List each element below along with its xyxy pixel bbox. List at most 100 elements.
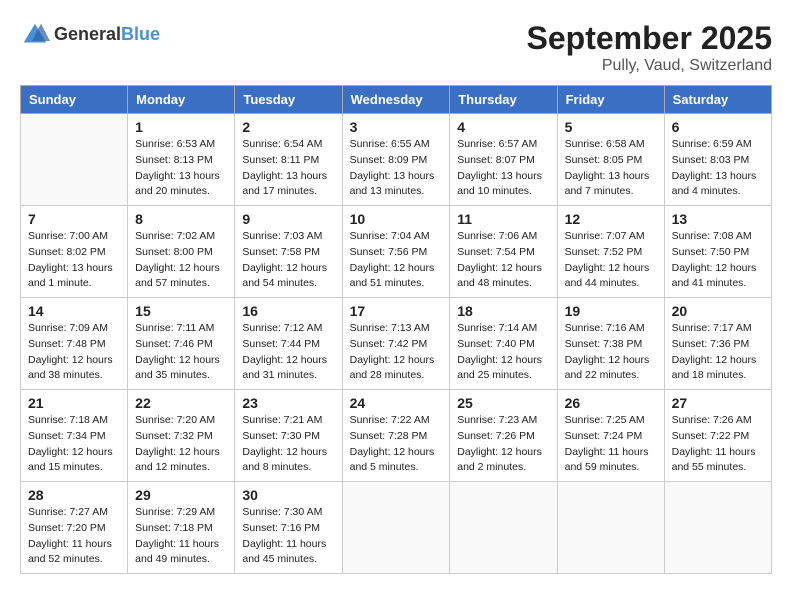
calendar-cell: 7 Sunrise: 7:00 AMSunset: 8:02 PMDaylight… (21, 206, 128, 298)
day-info: Sunrise: 7:20 AMSunset: 7:32 PMDaylight:… (135, 413, 227, 476)
calendar-week-5: 28 Sunrise: 7:27 AMSunset: 7:20 PMDayligh… (21, 482, 772, 574)
logo-general: GeneralBlue (54, 25, 160, 45)
calendar-cell: 11 Sunrise: 7:06 AMSunset: 7:54 PMDayligh… (450, 206, 557, 298)
page-header: GeneralBlue September 2025 Pully, Vaud, … (20, 20, 772, 75)
day-number: 26 (565, 395, 657, 411)
calendar-table: SundayMondayTuesdayWednesdayThursdayFrid… (20, 85, 772, 574)
calendar-cell: 22 Sunrise: 7:20 AMSunset: 7:32 PMDayligh… (128, 390, 235, 482)
calendar-cell: 19 Sunrise: 7:16 AMSunset: 7:38 PMDayligh… (557, 298, 664, 390)
calendar-cell: 4 Sunrise: 6:57 AMSunset: 8:07 PMDaylight… (450, 114, 557, 206)
calendar-body: 1Sunrise: 6:53 AMSunset: 8:13 PMDaylight… (21, 114, 772, 574)
logo-icon (20, 20, 50, 50)
calendar-cell: 16Sunrise: 7:12 AMSunset: 7:44 PMDayligh… (235, 298, 342, 390)
calendar-cell: 10Sunrise: 7:04 AMSunset: 7:56 PMDayligh… (342, 206, 450, 298)
calendar-cell: 3 Sunrise: 6:55 AMSunset: 8:09 PMDaylight… (342, 114, 450, 206)
day-number: 10 (350, 211, 443, 227)
day-number: 24 (350, 395, 443, 411)
calendar-cell: 30 Sunrise: 7:30 AMSunset: 7:16 PMDayligh… (235, 482, 342, 574)
day-number: 9 (242, 211, 334, 227)
day-info: Sunrise: 7:14 AMSunset: 7:40 PMDaylight:… (457, 321, 549, 384)
day-number: 18 (457, 303, 549, 319)
day-info: Sunrise: 7:11 AMSunset: 7:46 PMDaylight:… (135, 321, 227, 384)
day-number: 20 (672, 303, 764, 319)
calendar-cell: 18 Sunrise: 7:14 AMSunset: 7:40 PMDayligh… (450, 298, 557, 390)
calendar-cell: 21Sunrise: 7:18 AMSunset: 7:34 PMDayligh… (21, 390, 128, 482)
day-number: 16 (242, 303, 334, 319)
calendar-cell: 15 Sunrise: 7:11 AMSunset: 7:46 PMDayligh… (128, 298, 235, 390)
day-info: Sunrise: 7:25 AMSunset: 7:24 PMDaylight:… (565, 413, 657, 476)
day-info: Sunrise: 7:18 AMSunset: 7:34 PMDaylight:… (28, 413, 120, 476)
weekday-header-wednesday: Wednesday (342, 86, 450, 114)
day-number: 22 (135, 395, 227, 411)
calendar-cell: 8 Sunrise: 7:02 AMSunset: 8:00 PMDaylight… (128, 206, 235, 298)
day-info: Sunrise: 6:55 AMSunset: 8:09 PMDaylight:… (350, 137, 443, 200)
weekday-header-friday: Friday (557, 86, 664, 114)
calendar-cell: 5 Sunrise: 6:58 AMSunset: 8:05 PMDaylight… (557, 114, 664, 206)
calendar-cell (342, 482, 450, 574)
day-info: Sunrise: 7:29 AMSunset: 7:18 PMDaylight:… (135, 505, 227, 568)
day-info: Sunrise: 7:08 AMSunset: 7:50 PMDaylight:… (672, 229, 764, 292)
day-number: 2 (242, 119, 334, 135)
weekday-header-saturday: Saturday (664, 86, 771, 114)
calendar-week-2: 7 Sunrise: 7:00 AMSunset: 8:02 PMDaylight… (21, 206, 772, 298)
calendar-cell (21, 114, 128, 206)
day-number: 28 (28, 487, 120, 503)
day-number: 5 (565, 119, 657, 135)
calendar-cell: 14Sunrise: 7:09 AMSunset: 7:48 PMDayligh… (21, 298, 128, 390)
month-title: September 2025 (527, 20, 772, 57)
day-info: Sunrise: 7:22 AMSunset: 7:28 PMDaylight:… (350, 413, 443, 476)
day-info: Sunrise: 7:06 AMSunset: 7:54 PMDaylight:… (457, 229, 549, 292)
day-number: 6 (672, 119, 764, 135)
day-info: Sunrise: 7:27 AMSunset: 7:20 PMDaylight:… (28, 505, 120, 568)
title-block: September 2025 Pully, Vaud, Switzerland (527, 20, 772, 75)
calendar-cell (557, 482, 664, 574)
day-number: 17 (350, 303, 443, 319)
calendar-header-row: SundayMondayTuesdayWednesdayThursdayFrid… (21, 86, 772, 114)
day-info: Sunrise: 6:54 AMSunset: 8:11 PMDaylight:… (242, 137, 334, 200)
calendar-cell: 28 Sunrise: 7:27 AMSunset: 7:20 PMDayligh… (21, 482, 128, 574)
day-info: Sunrise: 6:59 AMSunset: 8:03 PMDaylight:… (672, 137, 764, 200)
day-info: Sunrise: 6:58 AMSunset: 8:05 PMDaylight:… (565, 137, 657, 200)
day-number: 3 (350, 119, 443, 135)
day-number: 30 (242, 487, 334, 503)
weekday-header-monday: Monday (128, 86, 235, 114)
day-number: 11 (457, 211, 549, 227)
day-info: Sunrise: 7:03 AMSunset: 7:58 PMDaylight:… (242, 229, 334, 292)
day-number: 27 (672, 395, 764, 411)
day-info: Sunrise: 7:16 AMSunset: 7:38 PMDaylight:… (565, 321, 657, 384)
location-title: Pully, Vaud, Switzerland (527, 57, 772, 75)
day-info: Sunrise: 7:30 AMSunset: 7:16 PMDaylight:… (242, 505, 334, 568)
day-info: Sunrise: 7:00 AMSunset: 8:02 PMDaylight:… (28, 229, 120, 292)
day-number: 15 (135, 303, 227, 319)
calendar-cell: 2 Sunrise: 6:54 AMSunset: 8:11 PMDaylight… (235, 114, 342, 206)
day-info: Sunrise: 7:13 AMSunset: 7:42 PMDaylight:… (350, 321, 443, 384)
day-number: 4 (457, 119, 549, 135)
calendar-cell: 13Sunrise: 7:08 AMSunset: 7:50 PMDayligh… (664, 206, 771, 298)
day-number: 19 (565, 303, 657, 319)
weekday-header-sunday: Sunday (21, 86, 128, 114)
calendar-cell: 17 Sunrise: 7:13 AMSunset: 7:42 PMDayligh… (342, 298, 450, 390)
calendar-cell: 12Sunrise: 7:07 AMSunset: 7:52 PMDayligh… (557, 206, 664, 298)
weekday-header-tuesday: Tuesday (235, 86, 342, 114)
day-number: 8 (135, 211, 227, 227)
day-info: Sunrise: 7:26 AMSunset: 7:22 PMDaylight:… (672, 413, 764, 476)
day-info: Sunrise: 7:02 AMSunset: 8:00 PMDaylight:… (135, 229, 227, 292)
day-info: Sunrise: 7:21 AMSunset: 7:30 PMDaylight:… (242, 413, 334, 476)
calendar-cell: 27 Sunrise: 7:26 AMSunset: 7:22 PMDayligh… (664, 390, 771, 482)
calendar-week-1: 1Sunrise: 6:53 AMSunset: 8:13 PMDaylight… (21, 114, 772, 206)
calendar-cell (664, 482, 771, 574)
calendar-cell: 24 Sunrise: 7:22 AMSunset: 7:28 PMDayligh… (342, 390, 450, 482)
day-info: Sunrise: 6:57 AMSunset: 8:07 PMDaylight:… (457, 137, 549, 200)
weekday-header-thursday: Thursday (450, 86, 557, 114)
calendar-cell: 1Sunrise: 6:53 AMSunset: 8:13 PMDaylight… (128, 114, 235, 206)
calendar-cell: 29Sunrise: 7:29 AMSunset: 7:18 PMDayligh… (128, 482, 235, 574)
day-info: Sunrise: 6:53 AMSunset: 8:13 PMDaylight:… (135, 137, 227, 200)
day-number: 25 (457, 395, 549, 411)
day-number: 7 (28, 211, 120, 227)
calendar-cell (450, 482, 557, 574)
day-number: 14 (28, 303, 120, 319)
calendar-cell: 25 Sunrise: 7:23 AMSunset: 7:26 PMDayligh… (450, 390, 557, 482)
calendar-cell: 20Sunrise: 7:17 AMSunset: 7:36 PMDayligh… (664, 298, 771, 390)
calendar-cell: 26 Sunrise: 7:25 AMSunset: 7:24 PMDayligh… (557, 390, 664, 482)
day-info: Sunrise: 7:23 AMSunset: 7:26 PMDaylight:… (457, 413, 549, 476)
